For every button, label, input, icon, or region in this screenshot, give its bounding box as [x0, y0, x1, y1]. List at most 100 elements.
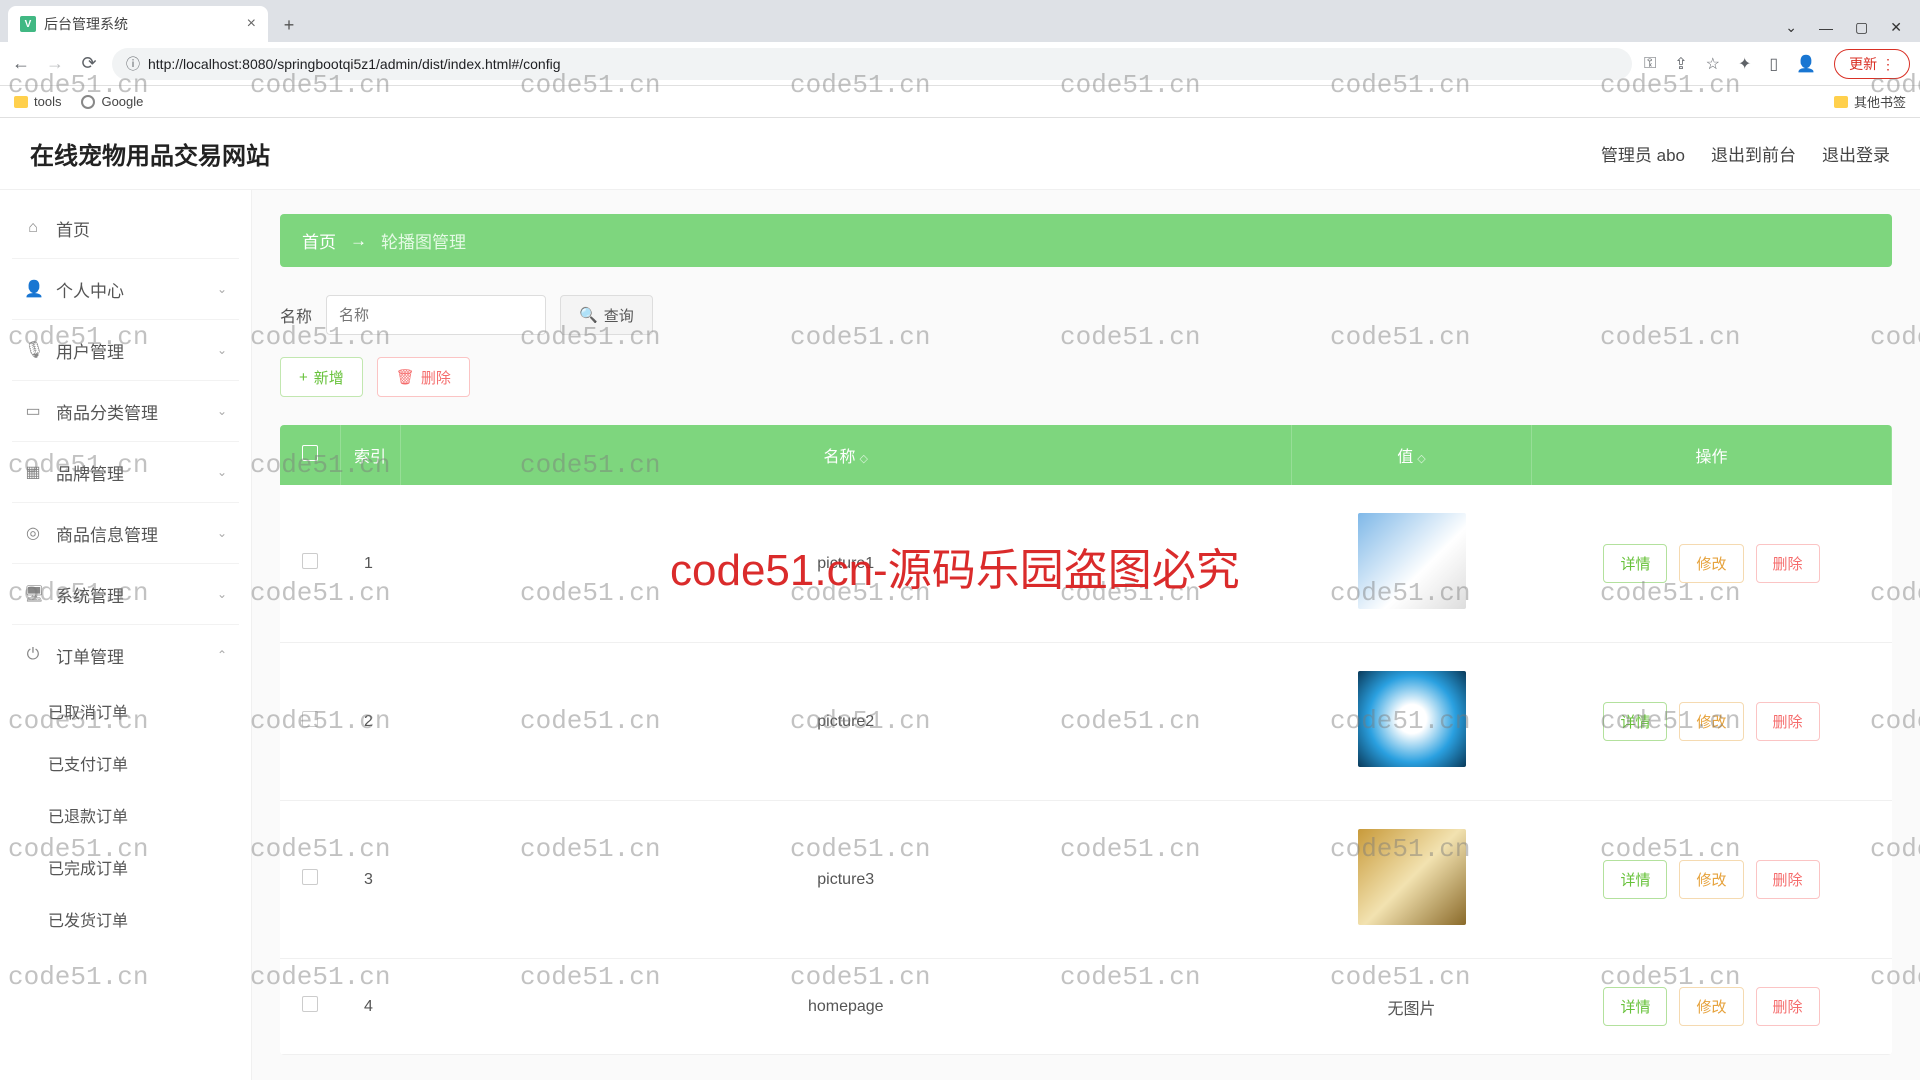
chevron-down-icon[interactable]: ⌄: [1785, 19, 1797, 36]
table-row: 2 picture2 详情 修改 删除: [280, 643, 1892, 801]
sidebar-item-label: 个人中心: [56, 277, 124, 302]
sidebar-sub-shipped[interactable]: 已发货订单: [0, 893, 251, 945]
sort-icon: ◇: [860, 453, 868, 465]
detail-button[interactable]: 详情: [1603, 860, 1667, 899]
edit-button[interactable]: 修改: [1679, 544, 1743, 583]
delete-button[interactable]: 删除: [1756, 860, 1820, 899]
cell-name: homepage: [400, 959, 1292, 1055]
sidebar-item-category[interactable]: ▭ 商品分类管理 ⌄: [0, 381, 251, 441]
bookmark-tools[interactable]: tools: [14, 94, 61, 109]
row-checkbox[interactable]: [302, 711, 318, 727]
nav-reload-icon[interactable]: ⟳: [78, 53, 100, 74]
row-checkbox[interactable]: [302, 869, 318, 885]
delete-button[interactable]: 删除: [1756, 544, 1820, 583]
cell-value: 无图片: [1292, 959, 1532, 1055]
chevron-down-icon: ⌄: [217, 465, 227, 479]
window-close-icon[interactable]: ✕: [1890, 19, 1902, 36]
chevron-down-icon: ⌄: [217, 587, 227, 601]
thumbnail-image: [1358, 829, 1466, 925]
breadcrumb-home[interactable]: 首页: [302, 228, 336, 253]
bookmark-other[interactable]: 其他书签: [1834, 92, 1906, 111]
cell-name: picture2: [400, 643, 1292, 801]
header-to-frontend[interactable]: 退出到前台: [1711, 141, 1796, 166]
monitor-icon: 🖥: [24, 584, 42, 604]
delete-button[interactable]: 删除: [1756, 702, 1820, 741]
thumbnail-image: [1358, 513, 1466, 609]
bookmark-google[interactable]: Google: [81, 94, 143, 109]
no-image-text: 无图片: [1387, 1001, 1435, 1018]
panel-icon[interactable]: ▯: [1769, 54, 1778, 74]
cell-index: 2: [340, 643, 400, 801]
detail-button[interactable]: 详情: [1603, 544, 1667, 583]
edit-button[interactable]: 修改: [1679, 702, 1743, 741]
nav-forward-icon[interactable]: →: [44, 53, 66, 74]
chevron-down-icon: ⌄: [217, 404, 227, 418]
edit-button[interactable]: 修改: [1679, 860, 1743, 899]
window-maximize-icon[interactable]: ▢: [1855, 19, 1868, 36]
delete-button[interactable]: 删除: [1756, 987, 1820, 1026]
arrow-icon: →: [350, 231, 367, 251]
browser-tab[interactable]: V 后台管理系统 ×: [8, 6, 268, 42]
cell-index: 1: [340, 485, 400, 643]
sidebar-item-home[interactable]: ⌂ 首页: [0, 198, 251, 258]
header-admin-label[interactable]: 管理员 abo: [1601, 141, 1685, 166]
extensions-icon[interactable]: ✦: [1738, 54, 1751, 74]
sidebar-item-users[interactable]: 🎙 用户管理 ⌄: [0, 320, 251, 380]
header-logout[interactable]: 退出登录: [1822, 141, 1890, 166]
url-text: http://localhost:8080/springbootqi5z1/ad…: [148, 56, 560, 72]
user-icon: 👤: [24, 279, 42, 299]
cell-index: 3: [340, 801, 400, 959]
search-input[interactable]: [326, 295, 546, 335]
detail-button[interactable]: 详情: [1603, 702, 1667, 741]
table-row: 3 picture3 详情 修改 删除: [280, 801, 1892, 959]
chevron-down-icon: ⌄: [217, 282, 227, 296]
add-button[interactable]: + 新增: [280, 357, 363, 397]
sidebar-item-label: 商品分类管理: [56, 399, 158, 424]
window-minimize-icon[interactable]: —: [1819, 20, 1833, 36]
sidebar-item-brand[interactable]: ▦ 品牌管理 ⌄: [0, 442, 251, 502]
folder-icon: [14, 96, 28, 108]
header-name[interactable]: 名称◇: [400, 425, 1292, 485]
tab-title: 后台管理系统: [44, 14, 128, 34]
row-checkbox[interactable]: [302, 996, 318, 1012]
browser-tab-strip: V 后台管理系统 × + ⌄ — ▢ ✕: [0, 0, 1920, 42]
sidebar-item-profile[interactable]: 👤 个人中心 ⌄: [0, 259, 251, 319]
sidebar-item-orders[interactable]: ⏻ 订单管理 ⌃: [0, 625, 251, 685]
sidebar-sub-completed[interactable]: 已完成订单: [0, 841, 251, 893]
cell-name: picture3: [400, 801, 1292, 959]
plus-icon: +: [299, 369, 308, 386]
sidebar-item-label: 用户管理: [56, 338, 124, 363]
breadcrumb: 首页 → 轮播图管理: [280, 214, 1892, 267]
home-icon: ⌂: [24, 219, 42, 237]
sidebar-item-system[interactable]: 🖥 系统管理 ⌄: [0, 564, 251, 624]
sidebar-item-label: 系统管理: [56, 582, 124, 607]
tab-close-icon[interactable]: ×: [247, 15, 256, 33]
header-checkbox[interactable]: [280, 425, 340, 485]
url-input[interactable]: ⓘ http://localhost:8080/springbootqi5z1/…: [112, 48, 1632, 80]
detail-button[interactable]: 详情: [1603, 987, 1667, 1026]
header-ops: 操作: [1532, 425, 1892, 485]
cell-value: [1292, 643, 1532, 801]
header-value[interactable]: 值◇: [1292, 425, 1532, 485]
profile-icon[interactable]: 👤: [1796, 54, 1816, 74]
sidebar-sub-paid[interactable]: 已支付订单: [0, 737, 251, 789]
row-checkbox[interactable]: [302, 553, 318, 569]
browser-update-button[interactable]: 更新 ⋮: [1834, 49, 1910, 79]
key-icon[interactable]: ⚿: [1644, 55, 1656, 73]
sidebar-item-label: 首页: [56, 216, 90, 241]
star-icon[interactable]: ☆: [1706, 54, 1720, 74]
new-tab-button[interactable]: +: [274, 15, 304, 36]
chevron-down-icon: ⌄: [217, 526, 227, 540]
cell-value: [1292, 801, 1532, 959]
cell-name: picture1: [400, 485, 1292, 643]
mic-icon: 🎙: [24, 340, 42, 360]
google-icon: [81, 95, 95, 109]
nav-back-icon[interactable]: ←: [10, 53, 32, 74]
sidebar-sub-refunded[interactable]: 已退款订单: [0, 789, 251, 841]
sidebar-sub-cancelled[interactable]: 已取消订单: [0, 685, 251, 737]
sidebar-item-product-info[interactable]: ◎ 商品信息管理 ⌄: [0, 503, 251, 563]
search-button[interactable]: 🔍 查询: [560, 295, 653, 335]
batch-delete-button[interactable]: 🗑 删除: [377, 357, 470, 397]
share-icon[interactable]: ⇪: [1674, 54, 1687, 74]
edit-button[interactable]: 修改: [1679, 987, 1743, 1026]
